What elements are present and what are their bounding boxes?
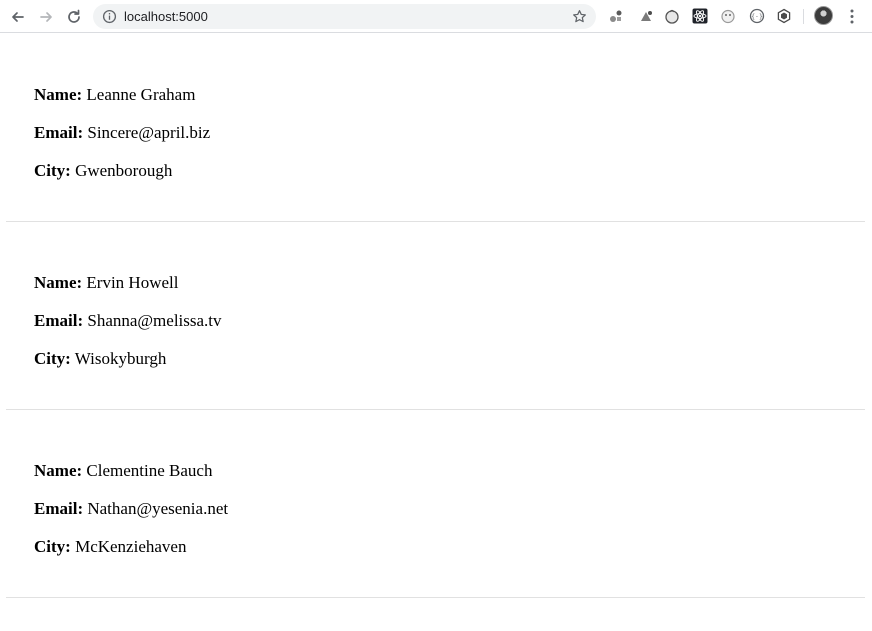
user-email: Sincere@april.biz	[87, 123, 211, 142]
back-arrow-icon	[12, 12, 24, 22]
extension-button-7[interactable]	[776, 8, 792, 24]
extension-button-6[interactable]: {·}	[749, 8, 765, 24]
user-city: Wisokyburgh	[74, 349, 167, 368]
extension-icon-7	[777, 8, 791, 24]
user-card: Name: Ervin Howell Email: Shanna@melissa…	[6, 222, 865, 410]
user-email-row: Email: Sincere@april.biz	[34, 123, 210, 143]
user-card: Name: Clementine Bauch Email: Nathan@yes…	[6, 410, 865, 598]
name-label: Name:	[34, 85, 83, 104]
city-label: City:	[34, 537, 71, 556]
extension-button-5[interactable]	[720, 8, 736, 24]
extension-icon-2	[641, 11, 652, 21]
user-name: Clementine Bauch	[86, 461, 213, 480]
browser-toolbar: localhost:5000 {·}	[0, 0, 872, 33]
email-label: Email:	[34, 311, 84, 330]
kebab-menu-icon[interactable]	[845, 8, 859, 25]
star-icon[interactable]	[572, 9, 587, 24]
user-email-row: Email: Shanna@melissa.tv	[34, 311, 222, 331]
user-city-row: City: Gwenborough	[34, 161, 172, 181]
email-label: Email:	[34, 123, 84, 142]
email-label: Email:	[34, 499, 84, 518]
extension-icon-6: {·}	[749, 8, 765, 24]
address-bar[interactable]: localhost:5000	[93, 4, 596, 29]
user-email: Shanna@melissa.tv	[87, 311, 222, 330]
city-label: City:	[34, 161, 71, 180]
extension-button-2[interactable]	[638, 8, 654, 24]
reload-icon	[68, 9, 80, 23]
forward-arrow-icon	[40, 12, 52, 22]
back-button[interactable]	[7, 6, 29, 28]
profile-avatar[interactable]	[814, 6, 833, 25]
user-name-row: Name: Leanne Graham	[34, 85, 195, 105]
extension-icon-3	[665, 9, 679, 24]
name-label: Name:	[34, 461, 83, 480]
city-label: City:	[34, 349, 71, 368]
user-city: Gwenborough	[75, 161, 173, 180]
reload-button[interactable]	[63, 6, 85, 28]
user-city-row: City: Wisokyburgh	[34, 349, 166, 369]
svg-text:{·}: {·}	[751, 13, 763, 21]
user-email: Nathan@yesenia.net	[87, 499, 229, 518]
user-card: Name: Leanne Graham Email: Sincere@april…	[6, 34, 865, 222]
page-content: Name: Leanne Graham Email: Sincere@april…	[0, 34, 872, 631]
react-devtools-icon	[692, 8, 708, 24]
user-name-row: Name: Ervin Howell	[34, 273, 178, 293]
extension-icon-1	[610, 10, 622, 22]
url-text[interactable]: localhost:5000	[124, 4, 208, 29]
toolbar-separator	[803, 9, 804, 24]
user-name: Leanne Graham	[86, 85, 196, 104]
forward-button[interactable]	[35, 6, 57, 28]
extension-button-1[interactable]	[608, 8, 624, 24]
info-icon[interactable]	[102, 9, 117, 24]
extension-button-3[interactable]	[664, 8, 680, 24]
name-label: Name:	[34, 273, 83, 292]
extension-button-4[interactable]	[692, 8, 708, 24]
extension-icon-5	[721, 9, 735, 24]
user-email-row: Email: Nathan@yesenia.net	[34, 499, 228, 519]
user-city: McKenziehaven	[75, 537, 187, 556]
user-name: Ervin Howell	[86, 273, 179, 292]
user-city-row: City: McKenziehaven	[34, 537, 186, 557]
user-name-row: Name: Clementine Bauch	[34, 461, 212, 481]
